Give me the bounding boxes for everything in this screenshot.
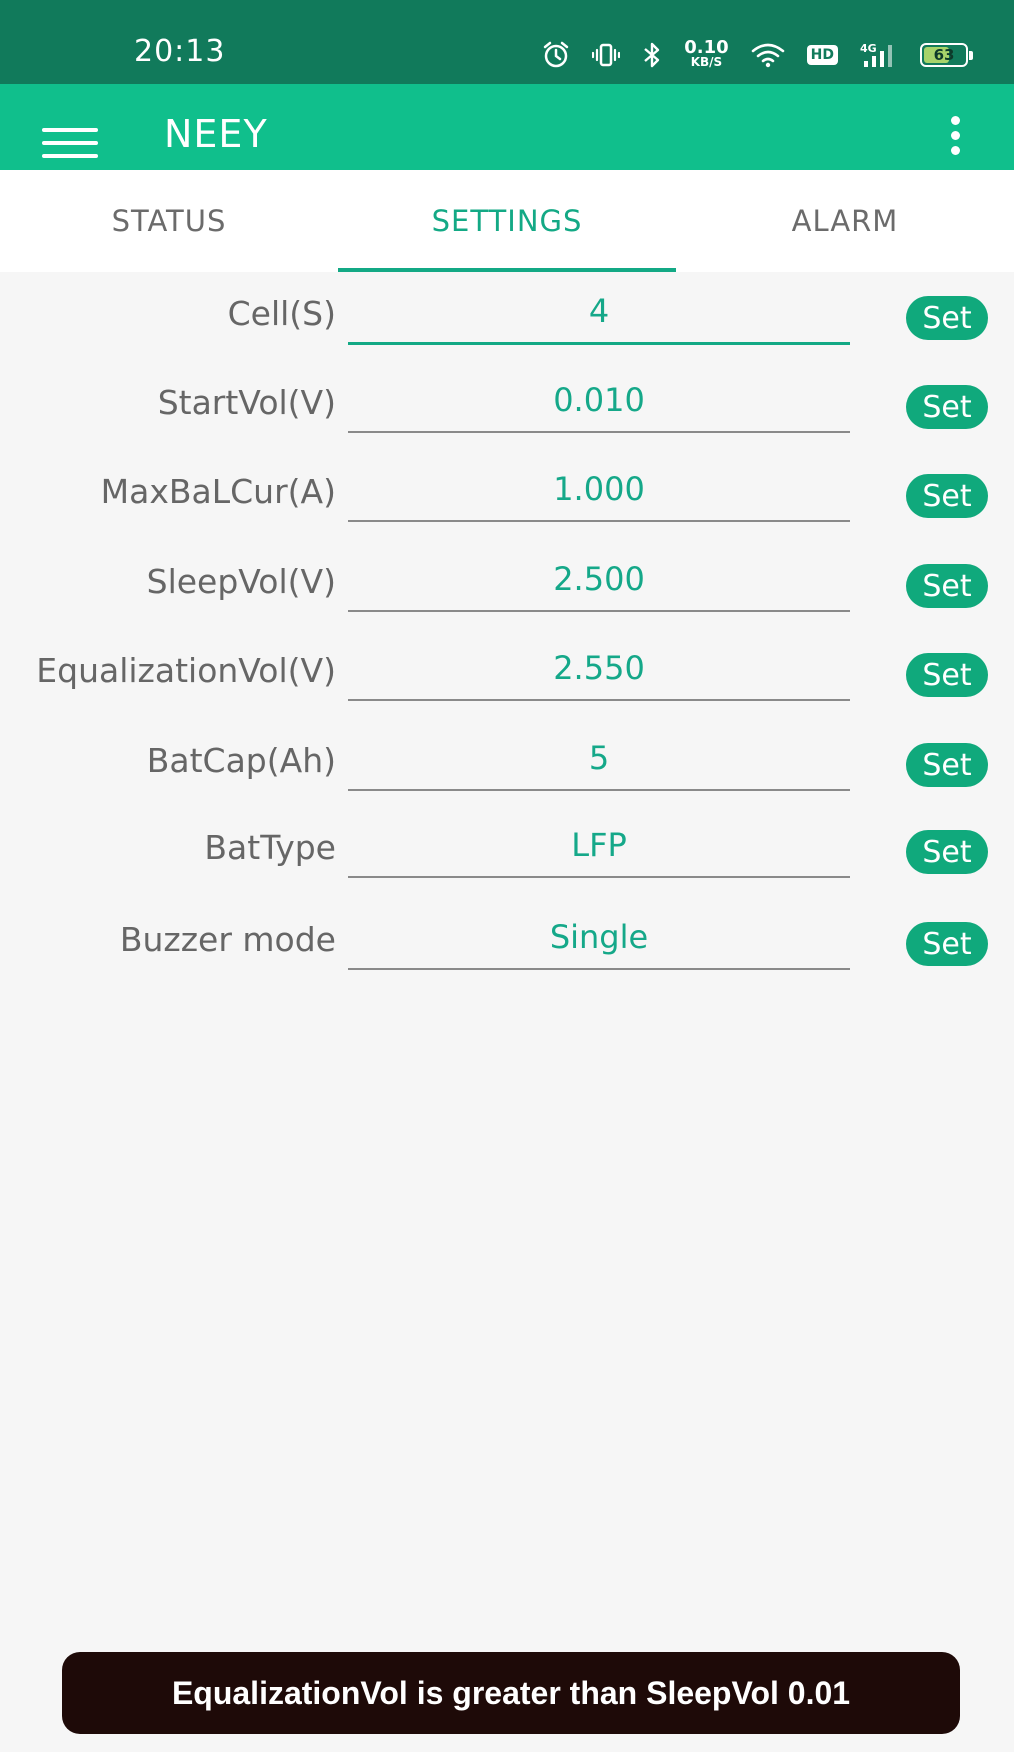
setting-label: BatCap(Ah) bbox=[146, 741, 336, 780]
bat-type-select[interactable]: LFP bbox=[348, 814, 850, 878]
tab-bar: STATUS SETTINGS ALARM bbox=[0, 170, 1014, 272]
alarm-icon bbox=[543, 41, 569, 68]
status-time: 20:13 bbox=[134, 34, 226, 69]
toast-message: EqualizationVol is greater than SleepVol… bbox=[62, 1652, 960, 1734]
equalization-vol-input[interactable]: 2.550 bbox=[348, 637, 850, 701]
tab-settings[interactable]: SETTINGS bbox=[338, 170, 676, 272]
set-start-vol-button[interactable]: Set bbox=[906, 385, 988, 429]
setting-row-buzzer-mode: Buzzer mode Single Set bbox=[0, 898, 1014, 987]
setting-row-equalization-vol: EqualizationVol(V) 2.550 Set bbox=[0, 629, 1014, 719]
set-cell-button[interactable]: Set bbox=[906, 296, 988, 340]
setting-label: BatType bbox=[204, 828, 336, 867]
signal-icon: 4G bbox=[860, 42, 892, 67]
setting-row-sleep-vol: SleepVol(V) 2.500 Set bbox=[0, 540, 1014, 629]
setting-label: MaxBaLCur(A) bbox=[100, 472, 336, 511]
sleep-vol-input[interactable]: 2.500 bbox=[348, 548, 850, 612]
cell-count-input[interactable]: 4 bbox=[348, 280, 850, 345]
set-sleep-vol-button[interactable]: Set bbox=[906, 564, 988, 608]
buzzer-mode-select[interactable]: Single bbox=[348, 906, 850, 970]
setting-row-max-bal-cur: MaxBaLCur(A) 1.000 Set bbox=[0, 450, 1014, 540]
setting-row-bat-cap: BatCap(Ah) 5 Set bbox=[0, 719, 1014, 806]
set-bat-cap-button[interactable]: Set bbox=[906, 743, 988, 787]
more-options-icon[interactable] bbox=[948, 116, 962, 161]
hamburger-menu-icon[interactable] bbox=[42, 128, 98, 167]
net-speed-unit: KB/S bbox=[690, 55, 723, 69]
set-bat-type-button[interactable]: Set bbox=[906, 830, 988, 874]
hd-badge: HD bbox=[806, 45, 838, 65]
vibrate-icon bbox=[592, 43, 621, 67]
net-speed-value: 0.10 bbox=[684, 37, 729, 58]
setting-label: Cell(S) bbox=[227, 294, 336, 333]
setting-label: StartVol(V) bbox=[157, 383, 336, 422]
tab-status[interactable]: STATUS bbox=[0, 170, 338, 272]
settings-list: Cell(S) 4 Set StartVol(V) 0.010 Set MaxB… bbox=[0, 272, 1014, 987]
set-equalization-vol-button[interactable]: Set bbox=[906, 653, 988, 697]
net-speed: 0.10 KB/S bbox=[684, 37, 729, 70]
setting-label: SleepVol(V) bbox=[146, 562, 336, 601]
battery-level: 63 bbox=[933, 46, 955, 64]
bat-cap-input[interactable]: 5 bbox=[348, 727, 850, 791]
signal-label: 4G bbox=[860, 42, 877, 55]
setting-row-bat-type: BatType LFP Set bbox=[0, 806, 1014, 898]
setting-row-start-vol: StartVol(V) 0.010 Set bbox=[0, 361, 1014, 450]
app-bar: NEEY bbox=[0, 84, 1014, 170]
setting-label: Buzzer mode bbox=[119, 920, 336, 959]
app-screen: 20:13 0.10 KB/S HD 4G 63 NEEY STATUS SET… bbox=[0, 0, 1014, 1752]
start-vol-input[interactable]: 0.010 bbox=[348, 369, 850, 433]
bluetooth-icon bbox=[644, 42, 660, 68]
tab-settings-label: SETTINGS bbox=[431, 204, 583, 238]
battery-icon: 63 bbox=[920, 43, 973, 67]
setting-row-cell: Cell(S) 4 Set bbox=[0, 272, 1014, 361]
max-bal-cur-input[interactable]: 1.000 bbox=[348, 458, 850, 522]
set-buzzer-mode-button[interactable]: Set bbox=[906, 922, 988, 966]
wifi-icon bbox=[751, 43, 784, 68]
status-icons: 0.10 KB/S HD 4G 63 bbox=[542, 37, 973, 72]
set-max-bal-cur-button[interactable]: Set bbox=[906, 474, 988, 518]
tab-alarm[interactable]: ALARM bbox=[676, 170, 1014, 272]
status-bar: 20:13 0.10 KB/S HD 4G 63 bbox=[0, 0, 1014, 84]
setting-label: EqualizationVol(V) bbox=[36, 651, 336, 690]
app-title: NEEY bbox=[164, 112, 268, 156]
